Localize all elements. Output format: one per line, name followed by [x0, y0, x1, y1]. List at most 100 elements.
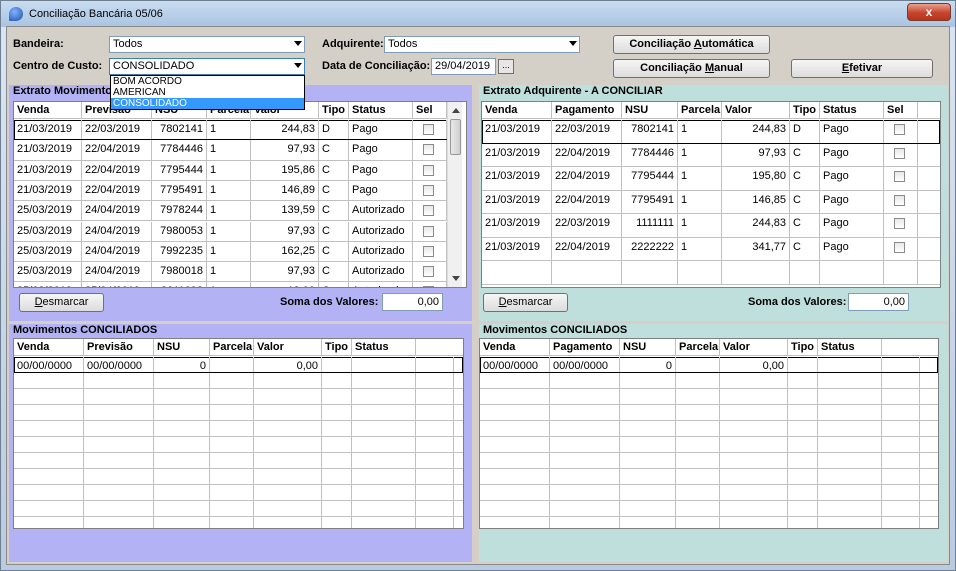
- table-row[interactable]: [14, 421, 463, 437]
- table-cell: 7978244: [152, 201, 207, 221]
- select-checkbox[interactable]: [423, 205, 434, 217]
- date-picker-button[interactable]: ...: [498, 59, 514, 74]
- table-row[interactable]: 21/03/2019 22/03/2019 1111111 1 244,83 C Pago: [482, 214, 940, 238]
- select-checkbox[interactable]: [894, 218, 905, 229]
- column-header[interactable]: Parcela: [676, 339, 720, 355]
- scroll-down-icon[interactable]: [452, 276, 460, 281]
- table-row[interactable]: [480, 421, 938, 437]
- table-row[interactable]: 21/03/2019 22/03/2019 7802141 1 244,83 D Pago: [482, 120, 940, 144]
- conciliacao-manual-button[interactable]: Conciliação Manual: [613, 59, 770, 78]
- column-header[interactable]: NSU: [622, 102, 678, 118]
- column-header[interactable]: Status: [820, 102, 884, 118]
- table-row[interactable]: [480, 517, 938, 528]
- table-row[interactable]: [480, 405, 938, 421]
- table-row[interactable]: 00/00/0000 00/00/0000 0 0,00: [14, 357, 463, 373]
- table-row[interactable]: 21/03/2019 22/04/2019 2222222 1 341,77 C Pago: [482, 237, 940, 261]
- centro-custo-select[interactable]: CONSOLIDADO: [109, 58, 305, 75]
- select-checkbox[interactable]: [894, 194, 905, 206]
- select-checkbox[interactable]: [894, 124, 905, 135]
- table-row[interactable]: [480, 469, 938, 485]
- table-row[interactable]: [14, 501, 463, 517]
- select-checkbox[interactable]: [894, 241, 905, 253]
- column-header[interactable]: Venda: [480, 339, 550, 355]
- table-row[interactable]: 25/03/2019 24/04/2019 7978244 1 139,59 C Autor…: [14, 201, 447, 222]
- table-row[interactable]: [14, 453, 463, 469]
- scroll-up-icon[interactable]: [452, 108, 460, 113]
- table-row[interactable]: [14, 405, 463, 421]
- table-row[interactable]: 21/03/2019 22/04/2019 7795444 1 195,80 C Pago: [482, 167, 940, 191]
- column-header[interactable]: Venda: [14, 102, 82, 118]
- column-header[interactable]: Tipo: [790, 102, 820, 118]
- column-header[interactable]: Parcela: [210, 339, 254, 355]
- centro-custo-option[interactable]: BOM ACORDO: [111, 76, 304, 87]
- column-header[interactable]: Tipo: [319, 102, 349, 118]
- adquirente-select[interactable]: Todos: [384, 36, 580, 53]
- column-header[interactable]: Sel: [413, 102, 447, 118]
- table-row[interactable]: 25/03/2019 24/04/2019 7980018 1 97,93 C Autori…: [14, 262, 447, 283]
- efetivar-button[interactable]: Efetivar: [791, 59, 933, 78]
- table-row[interactable]: [14, 373, 463, 389]
- table-row[interactable]: 25/03/2019 24/04/2019 7992235 1 162,25 C Autor…: [14, 241, 447, 263]
- column-header[interactable]: Status: [352, 339, 416, 355]
- table-row[interactable]: [482, 261, 940, 285]
- table-row[interactable]: [14, 437, 463, 453]
- table-row[interactable]: [14, 485, 463, 501]
- centro-custo-option[interactable]: CONSOLIDADO: [111, 98, 304, 109]
- column-header[interactable]: Tipo: [322, 339, 352, 355]
- column-header[interactable]: Valor: [722, 102, 790, 118]
- select-checkbox[interactable]: [423, 144, 434, 156]
- centro-custo-option[interactable]: AMERICAN: [111, 87, 304, 98]
- column-header[interactable]: Pagamento: [550, 339, 620, 355]
- empty-cell: [352, 373, 416, 388]
- table-row[interactable]: 21/03/2019 22/04/2019 7784446 1 97,93 C Pago: [482, 143, 940, 167]
- table-row[interactable]: [480, 437, 938, 453]
- column-header[interactable]: Venda: [14, 339, 84, 355]
- select-checkbox[interactable]: [423, 266, 434, 278]
- select-checkbox[interactable]: [423, 124, 434, 135]
- table-row[interactable]: 00/00/0000 00/00/0000 0 0,00: [480, 357, 938, 373]
- table-row[interactable]: [480, 485, 938, 501]
- column-header[interactable]: Previsão: [84, 339, 154, 355]
- select-checkbox[interactable]: [894, 171, 905, 182]
- column-header[interactable]: Parcela: [678, 102, 722, 118]
- table-row[interactable]: [480, 501, 938, 517]
- scroll-thumb[interactable]: [450, 119, 461, 155]
- table-row[interactable]: 21/03/2019 22/04/2019 7795491 1 146,89 C Pago: [14, 180, 447, 202]
- table-row[interactable]: [480, 389, 938, 405]
- column-header[interactable]: Venda: [482, 102, 552, 118]
- select-checkbox[interactable]: [423, 164, 434, 176]
- select-checkbox[interactable]: [423, 184, 434, 196]
- column-header[interactable]: Valor: [720, 339, 788, 355]
- table-row[interactable]: [480, 453, 938, 469]
- table-row[interactable]: 21/03/2019 22/04/2019 7784446 1 97,93 C Pago: [14, 140, 447, 161]
- column-header[interactable]: Status: [818, 339, 882, 355]
- column-header[interactable]: Pagamento: [552, 102, 622, 118]
- column-header[interactable]: NSU: [154, 339, 210, 355]
- table-row[interactable]: 21/03/2019 22/04/2019 7795491 1 146,85 C Pago: [482, 190, 940, 214]
- table-row[interactable]: [14, 517, 463, 528]
- close-button[interactable]: x: [907, 3, 951, 21]
- vertical-scrollbar[interactable]: [447, 102, 462, 287]
- select-checkbox[interactable]: [423, 245, 434, 257]
- column-header[interactable]: Status: [349, 102, 413, 118]
- empty-cell: [720, 501, 788, 516]
- bandeira-select[interactable]: Todos: [109, 36, 305, 53]
- select-checkbox[interactable]: [894, 147, 905, 159]
- desmarcar-button[interactable]: Desmarcar: [19, 293, 104, 312]
- column-header[interactable]: Sel: [884, 102, 918, 118]
- table-row[interactable]: [14, 469, 463, 485]
- table-row[interactable]: 21/03/2019 22/04/2019 7795444 1 195,86 C Pago: [14, 160, 447, 181]
- select-checkbox[interactable]: [423, 286, 434, 287]
- table-row[interactable]: 21/03/2019 22/03/2019 7802141 1 244,83 D Pago: [14, 120, 447, 141]
- conciliacao-automatica-button[interactable]: Conciliação Automática: [613, 35, 770, 54]
- column-header[interactable]: Tipo: [788, 339, 818, 355]
- table-row[interactable]: [14, 389, 463, 405]
- table-row[interactable]: [480, 373, 938, 389]
- table-row[interactable]: 25/03/201925/04/20198011098119,00CAutori…: [14, 282, 447, 287]
- column-header[interactable]: NSU: [620, 339, 676, 355]
- data-conciliacao-input[interactable]: 29/04/2019: [431, 58, 496, 75]
- desmarcar-button[interactable]: Desmarcar: [483, 293, 568, 312]
- table-row[interactable]: 25/03/2019 24/04/2019 7980053 1 97,93 C Autori…: [14, 221, 447, 242]
- select-checkbox[interactable]: [423, 225, 434, 237]
- column-header[interactable]: Valor: [254, 339, 322, 355]
